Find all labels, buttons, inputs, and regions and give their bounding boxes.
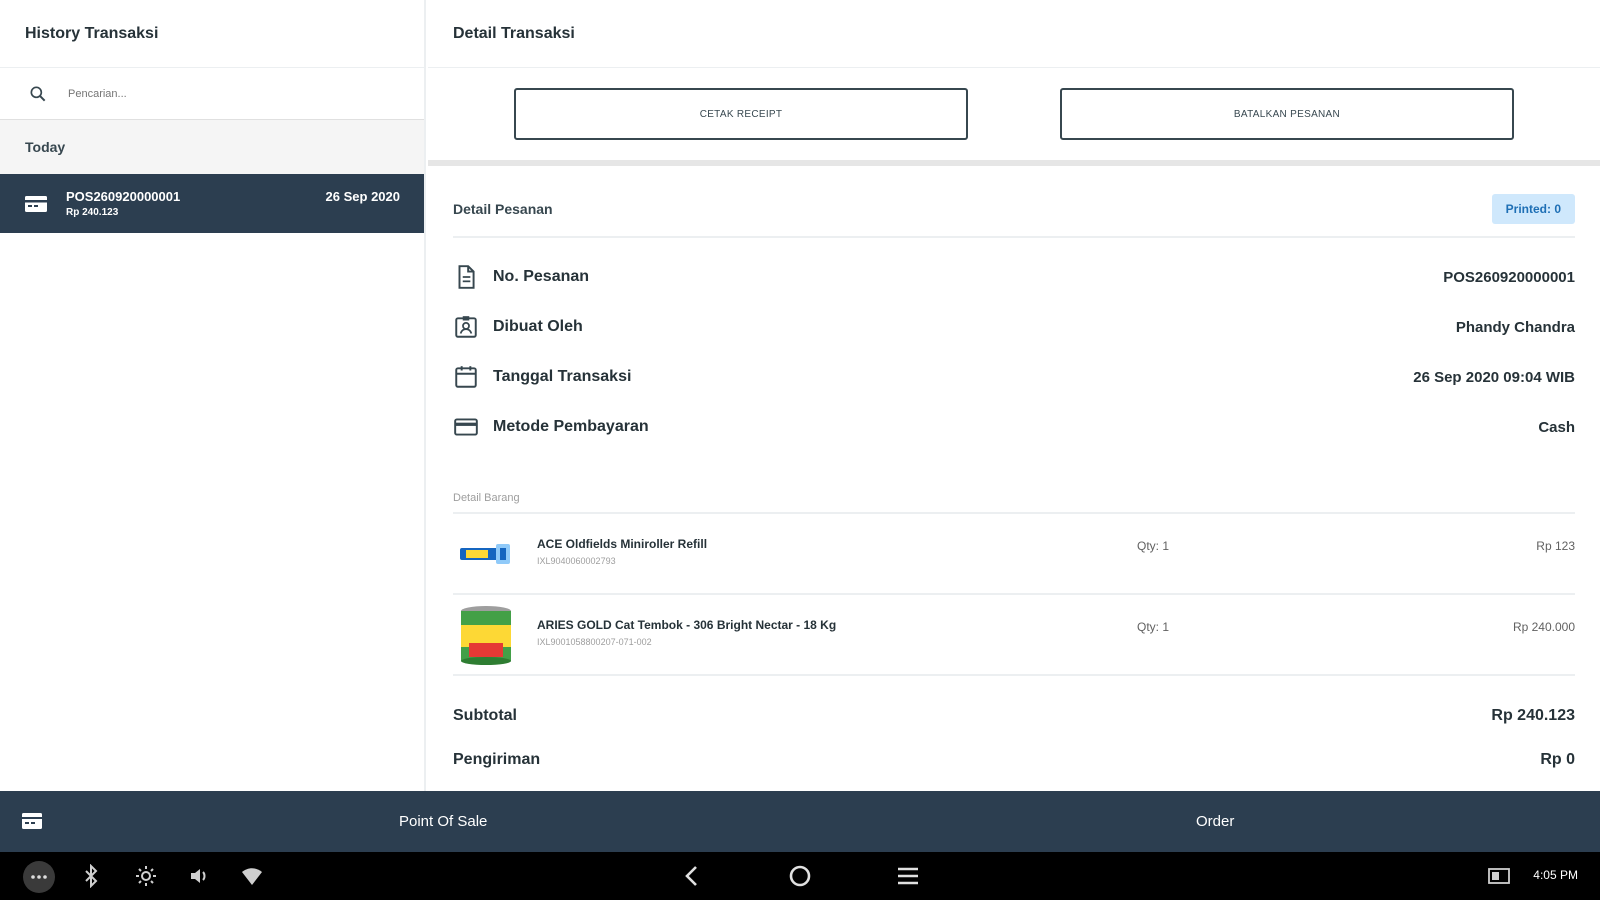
info-label: No. Pesanan: [493, 268, 590, 285]
info-value: 26 Sep 2020 09:04 WIB: [1413, 368, 1575, 386]
transaction-id: POS260920000001: [66, 189, 181, 204]
info-label: Tanggal Transaksi: [493, 368, 632, 385]
credit-card-icon: [454, 418, 478, 436]
info-value: Phandy Chandra: [1455, 318, 1575, 336]
info-label: Dibuat Oleh: [493, 318, 583, 335]
shipping-row: Pengiriman Rp 0: [453, 738, 1575, 782]
user-badge-icon: [455, 316, 477, 338]
transaction-date: 26 Sep 2020: [325, 189, 400, 204]
history-title: History Transaksi: [0, 0, 424, 68]
item-price: Rp 123: [1536, 539, 1575, 553]
detail-title: Detail Transaksi: [428, 0, 1600, 68]
info-row-created-by: Dibuat Oleh Phandy Chandra: [453, 302, 1575, 352]
cancel-order-button[interactable]: BATALKAN PESANAN: [1060, 88, 1514, 140]
app-bottom-bar: Point Of Sale Order: [0, 791, 1600, 852]
volume-icon[interactable]: [188, 864, 212, 888]
info-row-payment-method: Metode Pembayaran Cash: [453, 402, 1575, 452]
item-name: ARIES GOLD Cat Tembok - 306 Bright Necta…: [537, 618, 837, 632]
transaction-amount: Rp 240.123: [66, 207, 119, 218]
subtotal-value: Rp 240.123: [1491, 707, 1575, 724]
subtotal-row: Subtotal Rp 240.123: [453, 694, 1575, 738]
order-detail-title: Detail Pesanan: [453, 201, 553, 217]
brightness-icon[interactable]: [134, 864, 158, 888]
more-apps-icon[interactable]: [22, 860, 56, 894]
list-item: ACE Oldfields Miniroller Refill IXL90400…: [453, 514, 1575, 595]
screen-mode-icon[interactable]: [1488, 866, 1510, 886]
recent-apps-icon[interactable]: [896, 864, 920, 888]
back-icon[interactable]: [680, 864, 704, 888]
items-section-title: Detail Barang: [453, 492, 1575, 514]
tab-point-of-sale[interactable]: Point Of Sale: [399, 813, 487, 830]
search-input[interactable]: [68, 87, 368, 100]
item-sku: IXL9040060002793: [537, 556, 616, 566]
clock: 4:05 PM: [1533, 868, 1578, 882]
receipt-menu-icon[interactable]: [22, 813, 42, 829]
item-qty: Qty: 1: [1137, 620, 1170, 634]
list-item: ARIES GOLD Cat Tembok - 306 Bright Necta…: [453, 595, 1575, 676]
receipt-icon: [25, 195, 47, 212]
info-row-order-number: No. Pesanan POS260920000001: [453, 252, 1575, 302]
item-sku: IXL9001058800207-071-002: [537, 637, 652, 647]
info-value: Cash: [1538, 418, 1575, 436]
group-header-today: Today: [0, 120, 424, 174]
info-label: Metode Pembayaran: [493, 418, 649, 435]
item-qty: Qty: 1: [1137, 539, 1170, 553]
calendar-icon: [455, 366, 477, 388]
printed-count-badge: Printed: 0: [1491, 194, 1575, 224]
transaction-history-panel: History Transaksi Today POS260920000001 …: [0, 0, 426, 791]
document-icon: [458, 265, 475, 289]
info-row-transaction-date: Tanggal Transaksi 26 Sep 2020 09:04 WIB: [453, 352, 1575, 402]
search-icon: [30, 86, 46, 101]
item-price: Rp 240.000: [1512, 620, 1575, 634]
info-value: POS260920000001: [1443, 268, 1575, 286]
system-nav-bar: 4:05 PM: [0, 852, 1600, 900]
tab-order[interactable]: Order: [1196, 813, 1234, 830]
transaction-detail-panel: Detail Transaksi CETAK RECEIPT BATALKAN …: [428, 0, 1600, 791]
product-image-roller: [453, 523, 519, 585]
shipping-label: Pengiriman: [453, 751, 541, 768]
home-icon[interactable]: [788, 864, 812, 888]
search-bar[interactable]: [0, 68, 424, 120]
bluetooth-icon[interactable]: [82, 864, 100, 888]
wifi-icon[interactable]: [240, 864, 264, 888]
product-image-paint-can: [453, 604, 519, 666]
print-receipt-button[interactable]: CETAK RECEIPT: [514, 88, 968, 140]
transaction-item[interactable]: POS260920000001 Rp 240.123 26 Sep 2020: [0, 174, 424, 233]
action-bar: CETAK RECEIPT BATALKAN PESANAN: [428, 68, 1600, 166]
order-detail-header: Detail Pesanan Printed: 0: [453, 166, 1575, 238]
item-name: ACE Oldfields Miniroller Refill: [537, 537, 708, 551]
shipping-value: Rp 0: [1540, 751, 1575, 768]
subtotal-label: Subtotal: [453, 707, 517, 724]
